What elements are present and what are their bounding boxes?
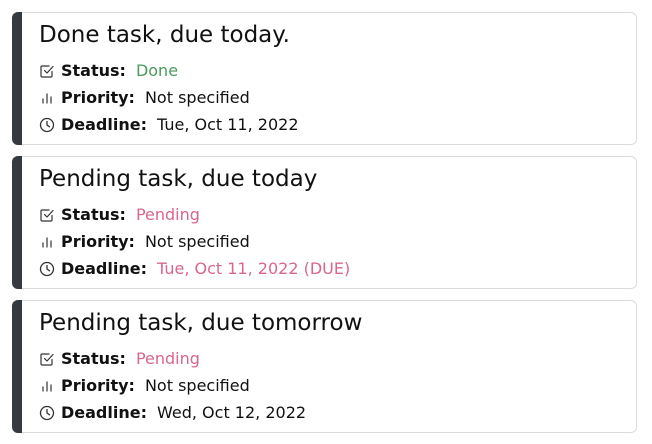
bar-chart-icon xyxy=(39,234,55,250)
task-title: Done task, due today. xyxy=(39,22,290,48)
status-value: Pending xyxy=(135,349,200,368)
task-card[interactable]: Done task, due today. Status: Done Prior… xyxy=(12,12,637,145)
task-priority-row: Priority: Not specified xyxy=(39,88,250,108)
task-accent-bar xyxy=(12,300,22,433)
task-list: Done task, due today. Status: Done Prior… xyxy=(12,12,637,444)
checkbox-check-icon xyxy=(39,63,55,79)
task-accent-bar xyxy=(12,156,22,289)
deadline-value: Tue, Oct 11, 2022 (DUE) xyxy=(157,259,351,278)
task-deadline-row: Deadline: Wed, Oct 12, 2022 xyxy=(39,403,306,423)
deadline-value: Tue, Oct 11, 2022 xyxy=(157,115,299,134)
deadline-value: Wed, Oct 12, 2022 xyxy=(157,403,307,422)
deadline-label: Deadline: xyxy=(61,259,147,278)
priority-value: Not specified xyxy=(144,376,250,395)
task-status-row: Status: Pending xyxy=(39,349,200,369)
bar-chart-icon xyxy=(39,378,55,394)
clock-icon xyxy=(39,405,55,421)
task-priority-row: Priority: Not specified xyxy=(39,376,250,396)
status-value: Pending xyxy=(135,205,200,224)
task-priority-row: Priority: Not specified xyxy=(39,232,250,252)
priority-label: Priority: xyxy=(61,88,135,107)
task-status-row: Status: Pending xyxy=(39,205,200,225)
task-status-row: Status: Done xyxy=(39,61,178,81)
deadline-label: Deadline: xyxy=(61,115,147,134)
status-label: Status: xyxy=(61,349,126,368)
bar-chart-icon xyxy=(39,90,55,106)
priority-value: Not specified xyxy=(144,232,250,251)
checkbox-check-icon xyxy=(39,207,55,223)
priority-label: Priority: xyxy=(61,232,135,251)
deadline-label: Deadline: xyxy=(61,403,147,422)
task-card[interactable]: Pending task, due today Status: Pending … xyxy=(12,156,637,289)
clock-icon xyxy=(39,261,55,277)
checkbox-check-icon xyxy=(39,351,55,367)
task-title: Pending task, due tomorrow xyxy=(39,310,363,336)
status-value: Done xyxy=(135,61,179,80)
status-label: Status: xyxy=(61,61,126,80)
task-deadline-row: Deadline: Tue, Oct 11, 2022 (DUE) xyxy=(39,259,350,279)
clock-icon xyxy=(39,117,55,133)
task-card[interactable]: Pending task, due tomorrow Status: Pendi… xyxy=(12,300,637,433)
priority-value: Not specified xyxy=(144,88,250,107)
task-deadline-row: Deadline: Tue, Oct 11, 2022 xyxy=(39,115,299,135)
task-accent-bar xyxy=(12,12,22,145)
task-title: Pending task, due today xyxy=(39,166,318,192)
status-label: Status: xyxy=(61,205,126,224)
priority-label: Priority: xyxy=(61,376,135,395)
